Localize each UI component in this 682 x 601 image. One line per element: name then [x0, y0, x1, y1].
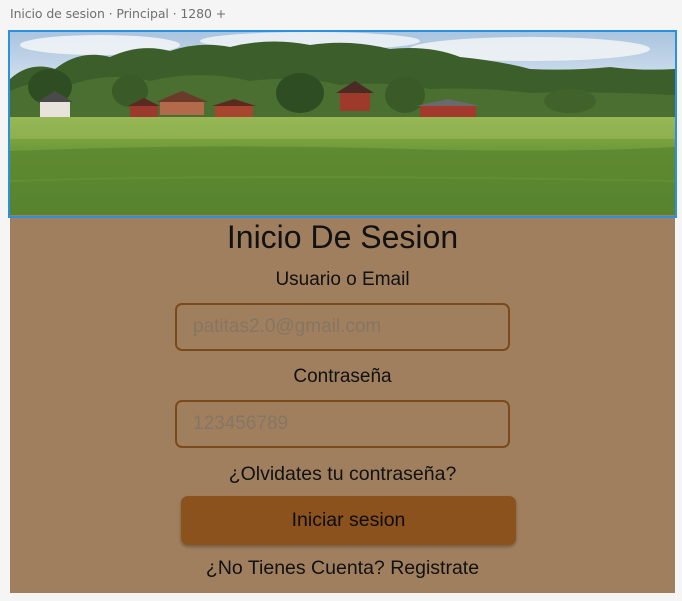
register-link[interactable]: ¿No Tienes Cuenta? Registrate — [10, 555, 675, 581]
user-label: Usuario o Email — [275, 269, 410, 290]
frame-label: Inicio de sesion · Principal · 1280 + — [10, 6, 227, 21]
page-title: Inicio De Sesion — [226, 219, 459, 255]
forgot-password-link[interactable]: ¿Olvidates tu contraseña? — [10, 461, 675, 487]
hero-image — [10, 31, 675, 215]
password-input[interactable] — [175, 400, 510, 448]
user-email-input[interactable] — [175, 303, 510, 351]
login-button[interactable]: Iniciar sesion — [181, 496, 516, 545]
login-page: Inicio De Sesion Usuario o Email Contras… — [10, 31, 675, 593]
password-label: Contraseña — [293, 366, 392, 387]
